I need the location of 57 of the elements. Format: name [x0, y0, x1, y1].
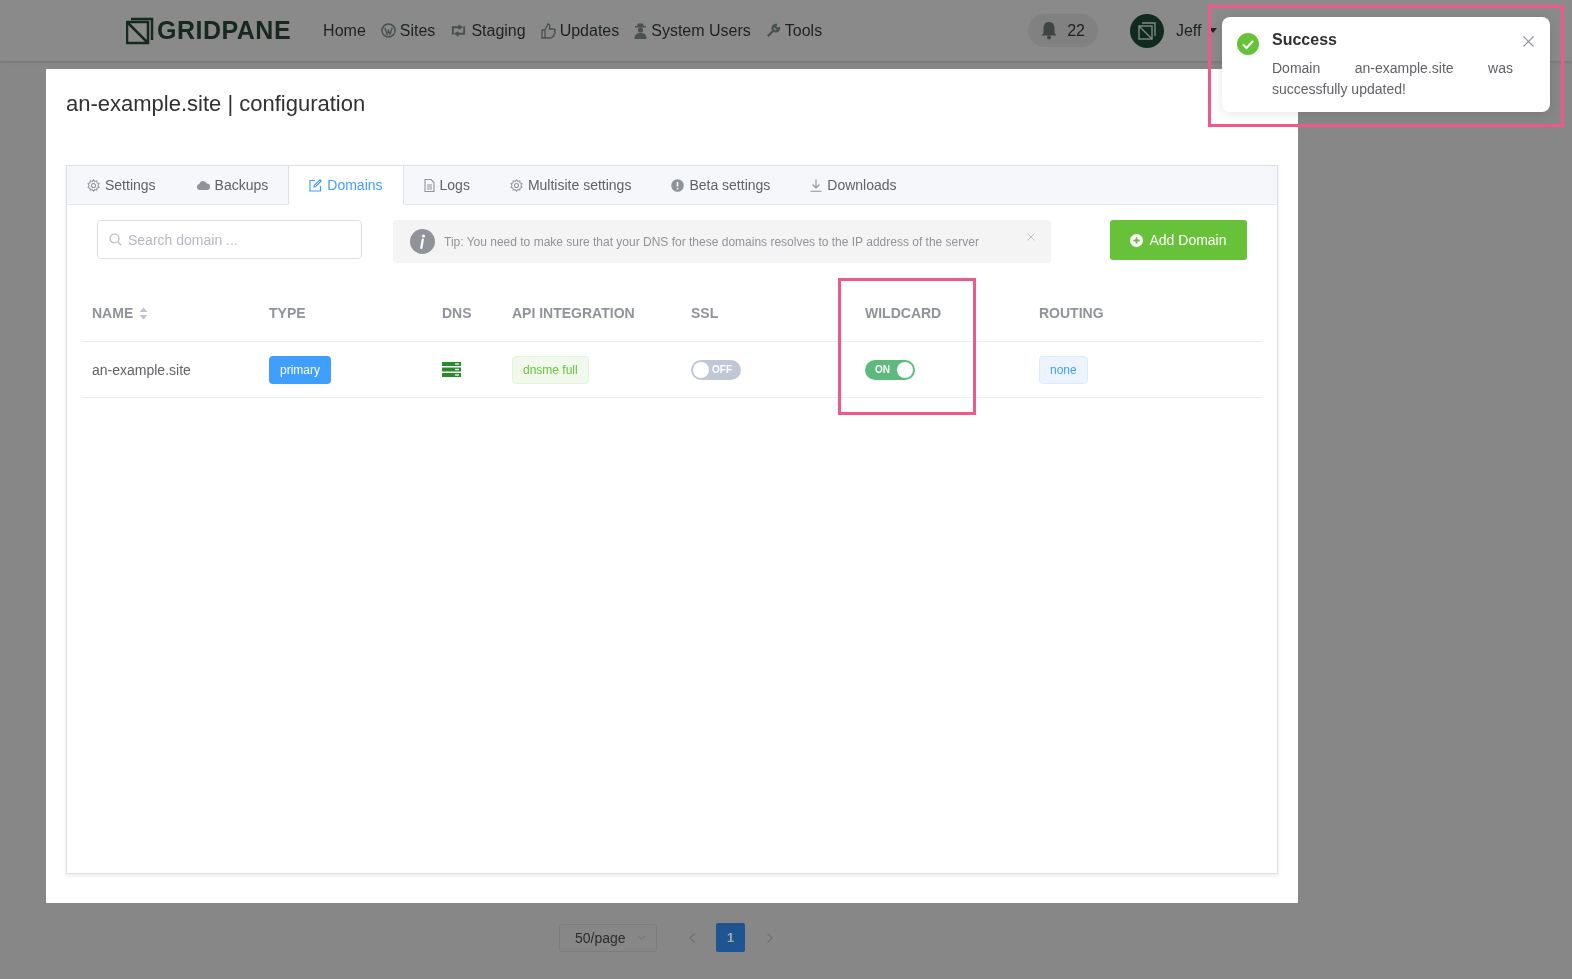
column-header: DNS — [442, 305, 472, 321]
tab[interactable]: Multisite settings — [489, 166, 652, 205]
cloud-icon — [195, 179, 210, 191]
sort-icon[interactable] — [139, 306, 149, 320]
toast-message: Domain an-example.site was successfully updated! — [1272, 59, 1513, 99]
domain-name: an-example.site — [92, 361, 191, 378]
gear-icon — [509, 178, 523, 192]
close-icon[interactable] — [1523, 36, 1534, 47]
logo-text[interactable]: GRIDPANE — [157, 16, 292, 45]
column-header: SSL — [691, 305, 719, 321]
wordpress-icon — [380, 23, 396, 38]
check-circle-icon — [1237, 33, 1259, 55]
search-field[interactable]: Search domain ... — [97, 220, 362, 259]
gear-icon — [87, 178, 100, 192]
column-header[interactable]: NAME — [92, 305, 134, 321]
notifications-button[interactable]: 22 — [1028, 14, 1098, 47]
user-name[interactable]: Jeff — [1175, 21, 1202, 40]
nav-link[interactable]: System Users — [634, 21, 751, 40]
integration-tag: dnsme full — [512, 355, 589, 384]
tab[interactable]: Settings — [67, 166, 176, 205]
tab[interactable]: Domains — [288, 166, 404, 205]
tip-text: Tip: You need to make sure that your DNS for these domains resolves to the IP address of the server — [444, 234, 980, 249]
edit-icon — [309, 178, 323, 192]
logo-icon — [126, 16, 154, 45]
plus-circle-icon — [1130, 233, 1144, 247]
column-header: ROUTING — [1039, 305, 1104, 321]
toast-title: Success — [1272, 31, 1338, 49]
tab[interactable]: Beta settings — [651, 166, 791, 205]
retweet-icon — [450, 24, 468, 37]
column-header: WILDCARD — [865, 305, 942, 321]
thumbs-up-icon — [540, 22, 556, 39]
nav-link[interactable]: Home — [323, 21, 366, 40]
info-icon — [410, 229, 435, 254]
close-icon[interactable] — [1027, 233, 1035, 241]
type-tag: primary — [269, 355, 331, 384]
download-icon — [810, 178, 823, 192]
nav-link[interactable]: Sites — [380, 21, 436, 40]
page-size-select[interactable]: 50/page — [559, 923, 657, 952]
user-secret-icon — [634, 22, 648, 39]
column-header: TYPE — [269, 305, 306, 321]
avatar[interactable] — [1129, 13, 1164, 48]
caret-icon[interactable] — [1209, 28, 1218, 33]
wrench-icon — [765, 23, 781, 38]
column-header: API INTEGRATION — [512, 305, 635, 321]
routing-tag: none — [1039, 355, 1088, 384]
nav-link[interactable]: Updates — [540, 21, 620, 40]
nav-link[interactable]: Tools — [765, 21, 823, 40]
tab[interactable]: Logs — [403, 166, 490, 205]
server-icon — [442, 362, 461, 377]
search-icon — [109, 233, 122, 246]
warning-icon — [671, 178, 685, 192]
bell-icon — [1040, 21, 1059, 40]
document-icon — [423, 178, 435, 192]
page-button[interactable]: 1 — [716, 923, 745, 952]
wildcard-toggle[interactable]: ON — [865, 359, 915, 380]
tab[interactable]: Downloads — [790, 166, 917, 205]
nav-link[interactable]: Staging — [450, 21, 526, 40]
